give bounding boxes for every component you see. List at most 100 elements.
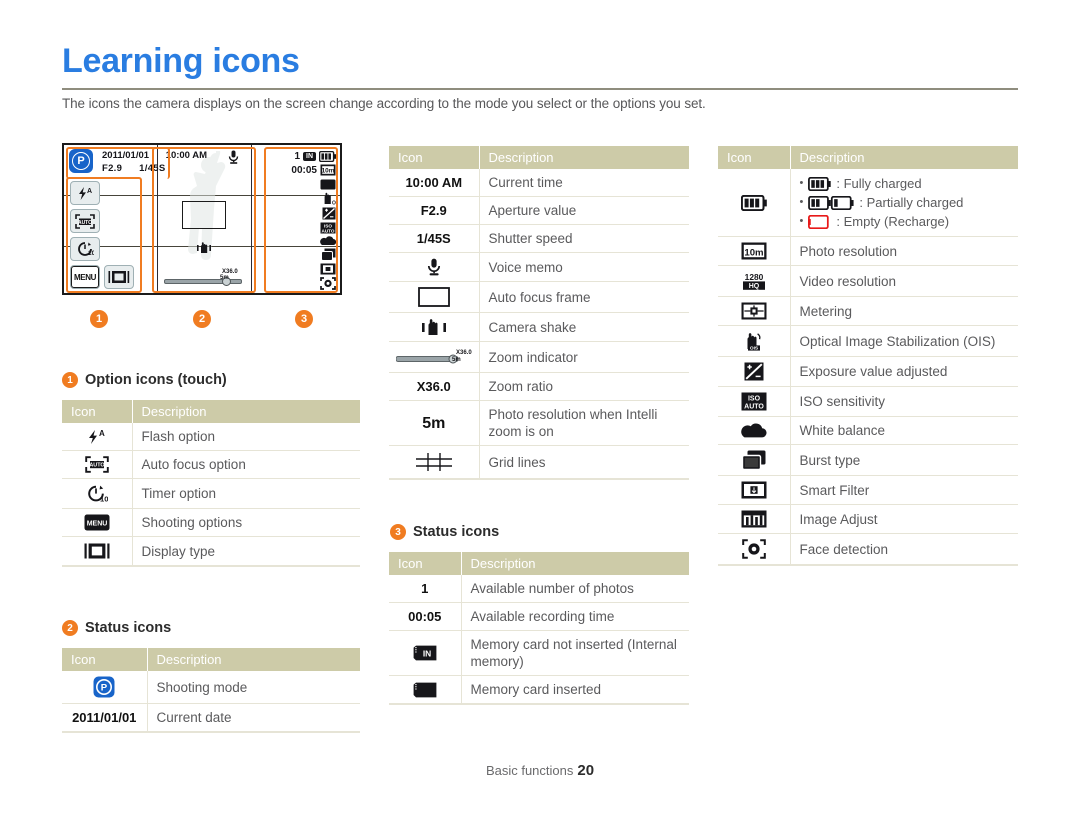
- battery-states-cell: • : Fully charged •: Partially charged …: [790, 169, 1018, 237]
- table-row: 10:00 AM Current time: [389, 169, 689, 197]
- photo-resolution-icon: 10m: [718, 236, 791, 266]
- svg-text:X36.0: X36.0: [456, 350, 472, 356]
- recording-time-text: 00:05: [389, 602, 462, 631]
- svg-text:HQ: HQ: [749, 283, 760, 290]
- battery-icon: [718, 169, 791, 237]
- auto-focus-frame-icon: [389, 281, 480, 313]
- row-description: Camera shake: [479, 312, 689, 342]
- svg-text:OIS: OIS: [750, 346, 759, 351]
- row-description: Current date: [147, 703, 360, 733]
- ois-icon: OIS: [718, 325, 791, 357]
- row-description: Video resolution: [790, 265, 1018, 297]
- row-description: Photo resolution when Intelli zoom is on: [479, 400, 689, 446]
- bullet: •: [799, 177, 804, 189]
- svg-text:IN: IN: [423, 649, 431, 659]
- table-row: Memory card inserted: [389, 675, 689, 705]
- table-row: 10 Timer option: [62, 478, 360, 509]
- row-description: Display type: [132, 536, 360, 567]
- bullet: •: [799, 215, 804, 227]
- callout-box-2: [152, 147, 256, 293]
- row-description: Smart Filter: [790, 475, 1018, 505]
- row-description: Flash option: [132, 423, 360, 451]
- battery-state-label: : Empty (Recharge): [836, 214, 950, 229]
- section-label-1: Option icons (touch): [85, 372, 227, 388]
- row-description: Zoom indicator: [479, 341, 689, 373]
- table-row: White balance: [718, 416, 1018, 445]
- number-text: 1: [389, 575, 462, 603]
- page-subtitle: The icons the camera displays on the scr…: [62, 96, 706, 111]
- svg-text:1280: 1280: [744, 272, 763, 282]
- row-description: Memory card not inserted (Internal memor…: [461, 630, 689, 676]
- table-header-row: Icon Description: [389, 552, 689, 575]
- svg-text:P: P: [101, 683, 108, 694]
- row-description: Available number of photos: [461, 575, 689, 603]
- row-description: Shooting options: [132, 508, 360, 537]
- column-header-icon: Icon: [389, 552, 462, 575]
- battery-state-empty: • : Empty (Recharge): [800, 212, 1010, 231]
- column-header-icon: Icon: [389, 146, 480, 169]
- table-row: X36.0 5m Zoom indicator: [389, 341, 689, 373]
- svg-text:MENU: MENU: [86, 520, 107, 527]
- intelli-zoom-resolution-icon: 5m: [389, 400, 480, 446]
- aperture-text: F2.9: [389, 196, 480, 225]
- battery-full-icon: [808, 176, 832, 191]
- table-row: Image Adjust: [718, 504, 1018, 534]
- table-row: A Flash option: [62, 423, 360, 451]
- table-option-icons: Icon Description A Flash option AUTO Aut…: [62, 400, 360, 567]
- flash-auto-icon: A: [62, 423, 133, 451]
- metering-icon: [718, 296, 791, 326]
- row-description: Zoom ratio: [479, 372, 689, 401]
- page-footer: Basic functions 20: [0, 762, 1080, 779]
- smart-filter-icon: [718, 475, 791, 505]
- column-header-icon: Icon: [718, 146, 791, 169]
- auto-focus-icon: AUTO: [62, 450, 133, 479]
- shooting-mode-icon: P: [62, 671, 148, 704]
- table-row: Voice memo: [389, 252, 689, 282]
- time-text: 10:00 AM: [389, 169, 480, 197]
- zoom-ratio-text: X36.0: [389, 372, 480, 401]
- battery-state-label: : Partially charged: [859, 195, 964, 210]
- table-row: Face detection: [718, 533, 1018, 566]
- table-row: 2011/01/01 Current date: [62, 703, 360, 733]
- marker-2: 2: [193, 310, 211, 328]
- table-row: 1280 HQ Video resolution: [718, 265, 1018, 297]
- camera-screen-illustration: P 2011/01/01 10:00 AM F2.9 1/45S A AUTO …: [62, 143, 342, 295]
- display-type-icon: [62, 536, 133, 567]
- table-row: Exposure value adjusted: [718, 356, 1018, 387]
- internal-memory-icon: IN: [389, 630, 462, 676]
- column-header-description: Description: [132, 400, 360, 423]
- row-description: Aperture value: [479, 196, 689, 225]
- table-row: MENU Shooting options: [62, 508, 360, 537]
- row-description: Grid lines: [479, 445, 689, 480]
- svg-text:ISO: ISO: [748, 396, 761, 403]
- table-row: Burst type: [718, 444, 1018, 476]
- marker-1: 1: [90, 310, 108, 328]
- table-row: 1 Available number of photos: [389, 575, 689, 603]
- section-label-2: Status icons: [85, 620, 172, 636]
- table-header-row: Icon Description: [62, 400, 360, 423]
- section-number-1: 1: [62, 372, 78, 388]
- row-description: Metering: [790, 296, 1018, 326]
- table-row: X36.0 Zoom ratio: [389, 372, 689, 401]
- memory-card-icon: [389, 675, 462, 705]
- burst-type-icon: [718, 444, 791, 476]
- battery-state-full: • : Fully charged: [800, 174, 1010, 193]
- column-header-description: Description: [461, 552, 689, 575]
- table-row: 1/45S Shutter speed: [389, 224, 689, 253]
- row-description: ISO sensitivity: [790, 386, 1018, 417]
- battery-state-partial: • : Partially charged: [800, 193, 1010, 212]
- video-resolution-icon: 1280 HQ: [718, 265, 791, 297]
- section-heading-status-icons-middle: 3 Status icons: [390, 524, 499, 540]
- row-description: White balance: [790, 416, 1018, 445]
- svg-text:5m: 5m: [452, 357, 461, 363]
- section-heading-option-icons: 1 Option icons (touch): [62, 372, 227, 388]
- table-header-row: Icon Description: [62, 648, 360, 671]
- date-text: 2011/01/01: [62, 703, 148, 733]
- marker-3: 3: [295, 310, 313, 328]
- white-balance-icon: [718, 416, 791, 445]
- image-adjust-icon: [718, 504, 791, 534]
- row-description: Optical Image Stabilization (OIS): [790, 325, 1018, 357]
- battery-empty-icon: [808, 214, 830, 229]
- callout-box-1: [66, 177, 142, 293]
- section-label-3: Status icons: [413, 524, 500, 540]
